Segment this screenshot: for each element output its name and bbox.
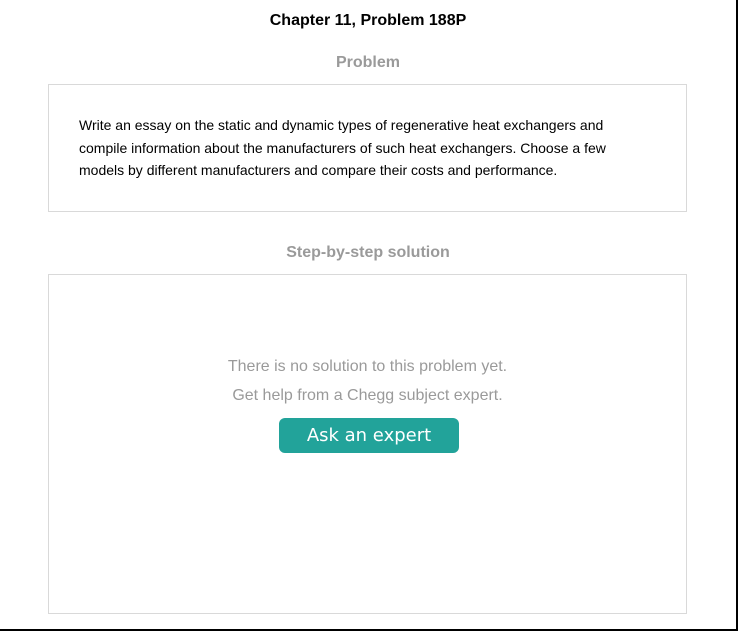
page-title: Chapter 11, Problem 188P bbox=[269, 12, 467, 29]
solution-heading: Step-by-step solution bbox=[286, 244, 450, 261]
problem-heading: Problem bbox=[335, 54, 400, 71]
no-solution-line-2: Get help from a Chegg subject expert. bbox=[232, 387, 503, 404]
solution-panel: There is no solution to this problem yet… bbox=[48, 274, 687, 614]
ask-an-expert-button[interactable]: Ask an expert bbox=[279, 418, 459, 453]
problem-statement: Write an essay on the static and dynamic… bbox=[79, 117, 606, 178]
no-solution-line-1: There is no solution to this problem yet… bbox=[227, 358, 508, 375]
problem-panel: Write an essay on the static and dynamic… bbox=[48, 84, 687, 212]
page-frame: Chapter 11, Problem 188P Problem Write a… bbox=[0, 0, 738, 631]
no-solution-message: There is no solution to this problem yet… bbox=[49, 352, 686, 410]
